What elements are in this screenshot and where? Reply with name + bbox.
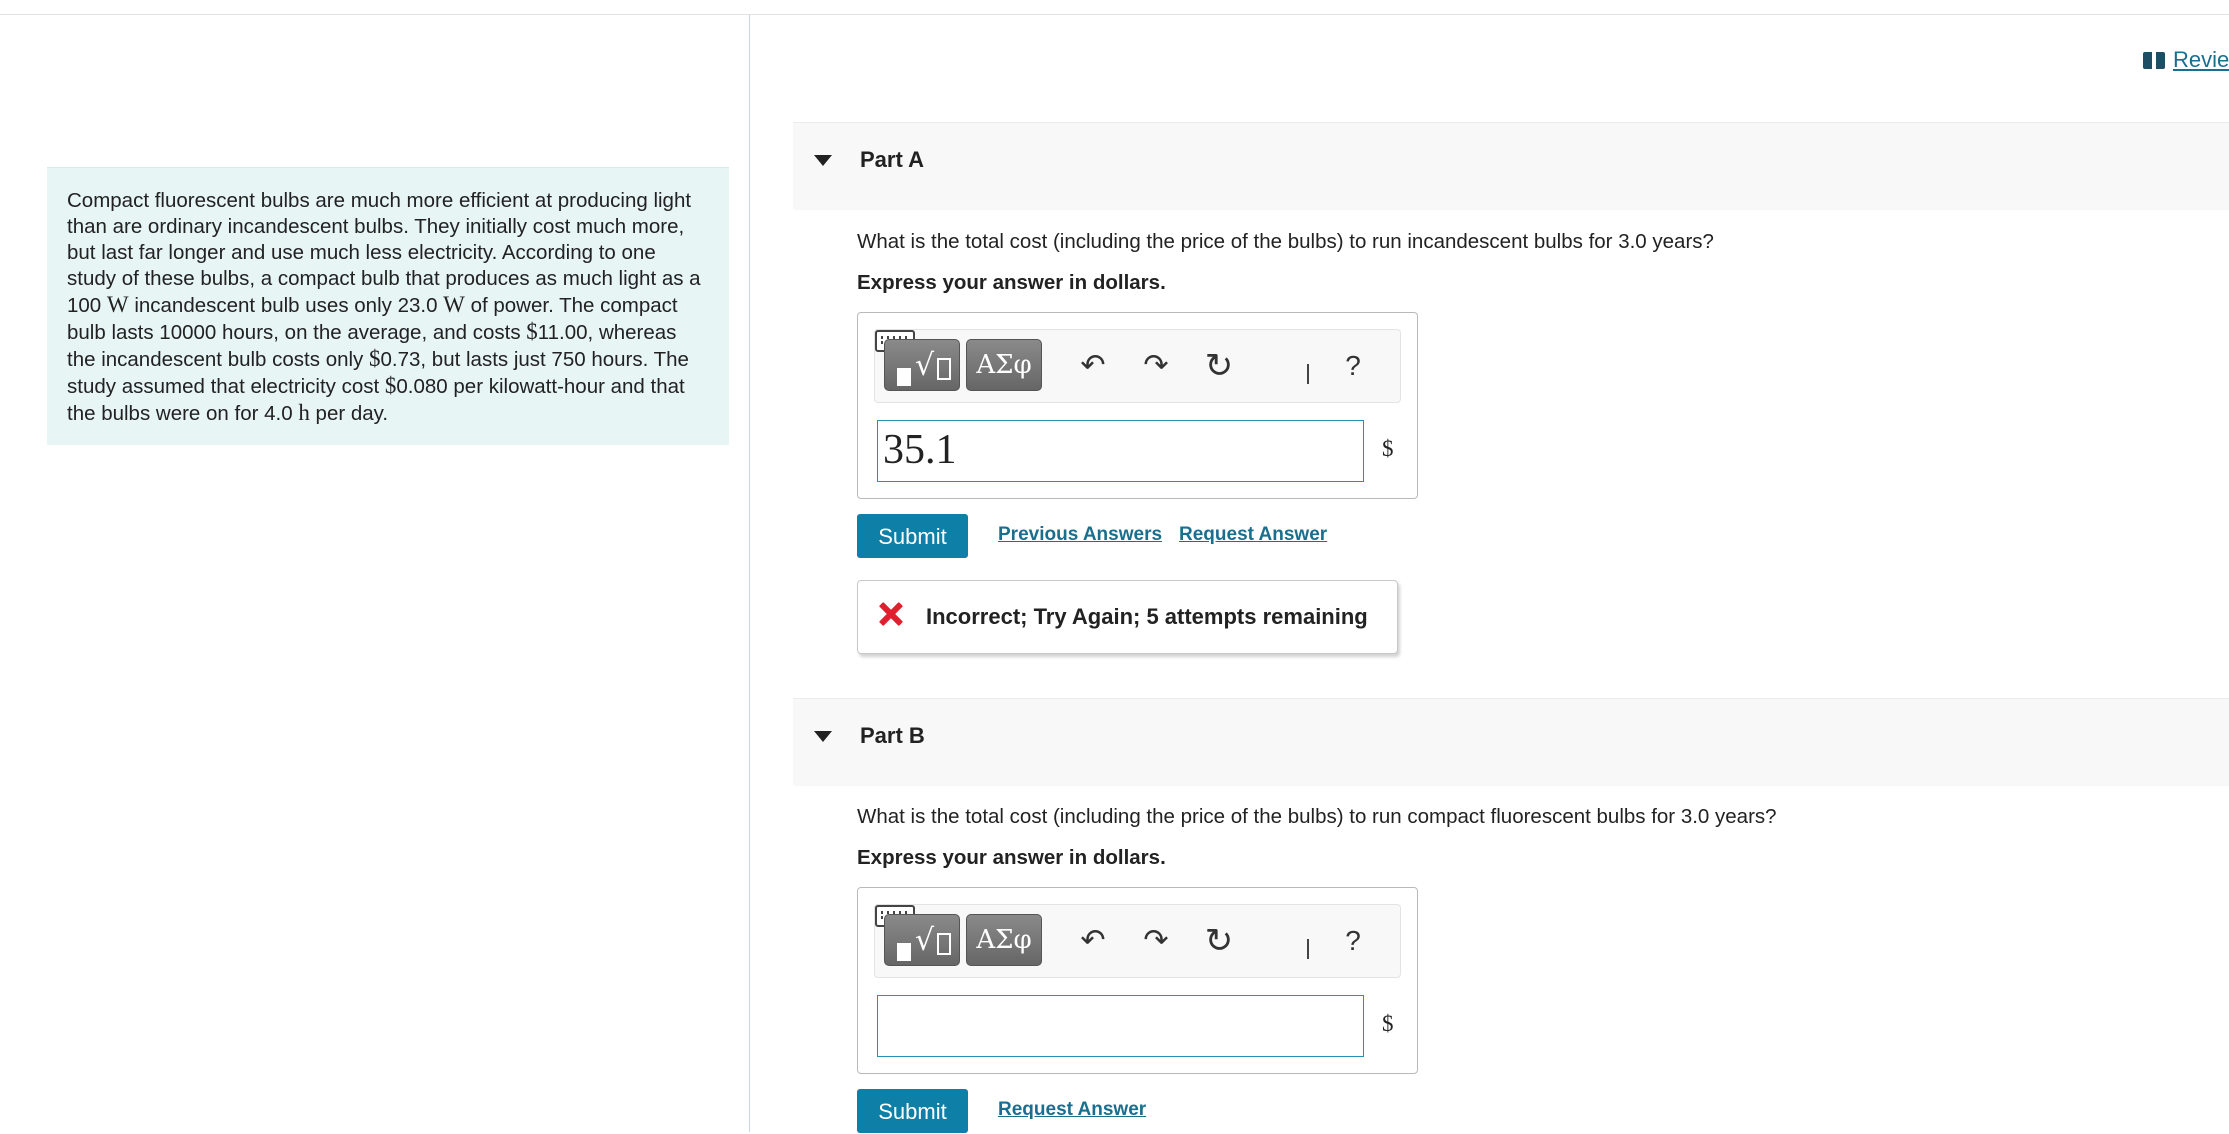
symbols-button[interactable]: ΑΣφ [966,339,1042,391]
previous-answers-link[interactable]: Previous Answers [998,524,1162,546]
template-square-icon [897,943,911,961]
feedback-message: Incorrect; Try Again; 5 attempts remaini… [857,580,1398,654]
symbols-button[interactable]: ΑΣφ [966,914,1042,966]
part-b-instruction: Express your answer in dollars. [857,846,1166,869]
keyboard-cursor-icon [1307,939,1309,959]
unit-watt: W [443,292,465,317]
collapse-caret-icon[interactable] [814,731,832,742]
help-button[interactable]: ? [1333,919,1373,963]
part-b-question: What is the total cost (including the pr… [857,805,1777,828]
dollar-sign: $ [526,319,538,344]
templates-button[interactable]: √ [884,339,960,391]
collapse-caret-icon[interactable] [814,155,832,166]
part-a-request-answer-link[interactable]: Request Answer [1179,524,1327,546]
part-a-submit-button[interactable]: Submit [857,514,968,558]
keyboard-cursor-icon [1307,364,1309,384]
template-box-icon [937,358,951,380]
feedback-text: Incorrect; Try Again; 5 attempts remaini… [926,604,1368,629]
part-b-answer-box: √ ΑΣφ ↶ ↷ ↻ ? $ [857,887,1418,1074]
dollar-sign: $ [384,373,397,398]
part-b-title: Part B [860,723,925,748]
part-a-instruction: Express your answer in dollars. [857,271,1166,294]
top-rule [0,14,2229,15]
math-toolbar: √ ΑΣφ ↶ ↷ ↻ ? [874,904,1401,978]
redo-icon[interactable]: ↷ [1136,344,1176,388]
radical-icon: √ [915,923,935,958]
templates-button[interactable]: √ [884,914,960,966]
problem-intro: Compact fluorescent bulbs are much more … [47,167,729,445]
reset-icon[interactable]: ↻ [1199,919,1239,963]
unit-hour: h [298,400,310,425]
template-square-icon [897,368,911,386]
part-a-answer-box: √ ΑΣφ ↶ ↷ ↻ ? 35.1 $ [857,312,1418,499]
help-button[interactable]: ? [1333,344,1373,388]
part-a-answer-input[interactable]: 35.1 [877,420,1364,482]
part-b-answer-input[interactable] [877,995,1364,1057]
part-a-header[interactable]: Part A [793,122,2229,210]
undo-icon[interactable]: ↶ [1073,344,1113,388]
part-b-header[interactable]: Part B [793,698,2229,786]
unit-label: $ [1382,1011,1394,1036]
radical-icon: √ [915,348,935,383]
unit-label: $ [1382,436,1394,461]
unit-watt: W [106,292,129,317]
part-b-request-answer-link[interactable]: Request Answer [998,1099,1146,1121]
intro-text: incandescent bulb uses only 23.0 [128,294,444,317]
template-box-icon [937,933,951,955]
part-b-submit-button[interactable]: Submit [857,1089,968,1133]
math-toolbar: √ ΑΣφ ↶ ↷ ↻ ? [874,329,1401,403]
review-link[interactable]: Revie [2143,47,2229,73]
part-a-question: What is the total cost (including the pr… [857,230,1714,253]
intro-text: per day. [309,402,389,425]
incorrect-x-icon [878,601,904,627]
review-link-label: Revie [2173,47,2229,72]
redo-icon[interactable]: ↷ [1136,919,1176,963]
part-a-title: Part A [860,147,924,172]
reset-icon[interactable]: ↻ [1199,344,1239,388]
book-icon [2143,51,2165,69]
dollar-sign: $ [369,346,381,371]
pane-divider [749,15,750,1132]
undo-icon[interactable]: ↶ [1073,919,1113,963]
